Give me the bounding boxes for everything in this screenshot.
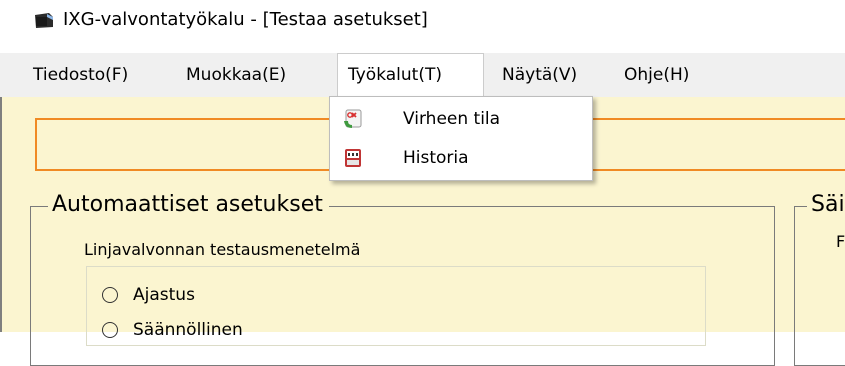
safety-settings-group xyxy=(794,206,845,366)
menu-help[interactable]: Ohje(H) xyxy=(614,53,699,97)
safety-settings-title: Säi xyxy=(807,193,845,217)
window-title: IXG-valvontatyökalu - [Testaa asetukset] xyxy=(63,9,428,30)
tools-dropdown-menu: Virheen tila Historia xyxy=(329,96,593,181)
menu-item-error-status-label: Virheen tila xyxy=(403,109,501,129)
automatic-settings-title: Automaattiset asetukset xyxy=(48,193,329,217)
history-log-icon xyxy=(345,149,361,167)
timer-radio-label[interactable]: Ajastus xyxy=(133,285,195,305)
camera-app-icon xyxy=(35,13,53,28)
timer-radio[interactable] xyxy=(102,287,118,303)
menu-file[interactable]: Tiedosto(F) xyxy=(23,53,138,97)
error-status-icon xyxy=(344,109,362,128)
menu-edit[interactable]: Muokkaa(E) xyxy=(176,53,296,97)
menu-tools[interactable]: Työkalut(T) xyxy=(337,53,484,98)
menu-bar: Tiedosto(F) Muokkaa(E) Työkalut(T) Näytä… xyxy=(0,53,845,98)
menu-view[interactable]: Näytä(V) xyxy=(492,53,587,97)
periodic-radio[interactable] xyxy=(102,322,118,338)
menu-item-history[interactable]: Historia xyxy=(330,139,592,177)
menu-item-history-label: Historia xyxy=(403,148,469,168)
safety-settings-label: F xyxy=(836,232,845,251)
title-bar: IXG-valvontatyökalu - [Testaa asetukset] xyxy=(0,0,845,44)
menu-item-error-status[interactable]: Virheen tila xyxy=(330,100,592,138)
test-method-label: Linjavalvonnan testausmenetelmä xyxy=(84,240,361,259)
periodic-radio-label[interactable]: Säännöllinen xyxy=(133,320,243,340)
